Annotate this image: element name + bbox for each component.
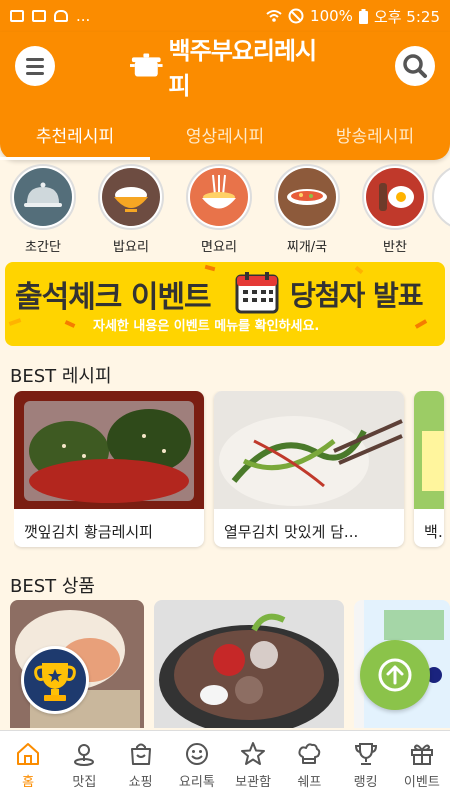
category-stew[interactable]: 찌개/국 [274,164,340,256]
nav-label: 맛집 [72,775,97,790]
status-bar: ... 100% 오후 5:25 [0,0,450,32]
category-rice[interactable]: 밥요리 [98,164,164,256]
menu-icon-bar [26,57,44,61]
banner-subtitle: 자세한 내용은 이벤트 메뉴를 확인하세요. [93,319,320,334]
nav-label: 요리톡 [178,775,215,790]
fried-egg-icon [366,168,424,226]
search-icon [403,54,427,78]
nav-event[interactable]: 이벤트 [394,731,450,800]
category-icon-wrap [362,164,428,230]
category-label: 면요리 [201,240,237,255]
bottom-nav: 홈 맛집 쇼핑 요리톡 보관함 쉐프 랭킹 이벤트 [0,730,450,800]
app-header: 백주부요리레시피 추천레시피 영상레시피 방송레시피 [0,32,450,160]
brand-logo: 백주부요리레시피 [130,37,330,100]
best-products-title: BEST 상품 [10,576,95,597]
trophy-icon [24,649,86,711]
recipe-card[interactable]: 깻잎김치 황금레시피 [14,391,204,547]
product-card[interactable] [154,600,344,728]
nav-restaurants[interactable]: 맛집 [56,731,112,800]
nav-label: 홈 [22,775,35,790]
recipe-title: 깻잎김치 황금레시피 [24,523,153,541]
category-label: 반찬 [383,240,407,255]
brand-title: 백주부요리레시피 [168,37,318,100]
star-icon [241,742,266,765]
nav-label: 랭킹 [353,775,378,790]
nav-chef[interactable]: 쉐프 [281,731,337,800]
recipe-tabs: 추천레시피 영상레시피 방송레시피 [0,108,450,160]
scroll-top-button[interactable] [360,640,430,710]
recipe-image [214,391,404,509]
nav-label: 보관함 [235,775,272,790]
category-icon-wrap [10,164,76,230]
search-button[interactable] [395,46,435,86]
category-label: 초간단 [25,240,61,255]
nav-label: 쇼핑 [128,775,153,790]
gift-icon [410,744,433,765]
product-image [154,600,344,728]
chef-hat-icon [298,743,321,764]
recipe-image [14,391,204,509]
location-pin-icon [74,744,95,766]
nav-talk[interactable]: 요리톡 [169,731,225,800]
pot-logo-icon [130,53,163,77]
rice-bowl-icon [102,168,160,226]
dnd-icon [288,8,304,24]
clock: 오후 5:25 [373,7,440,26]
wifi-icon [266,10,282,22]
category-icon-wrap [98,164,164,230]
nav-saved[interactable]: 보관함 [225,731,281,800]
tab-video[interactable]: 영상레시피 [150,108,300,160]
nav-home[interactable]: 홈 [0,731,56,800]
radio-icon [32,10,46,22]
category-easy[interactable]: 초간단 [10,164,76,256]
pot-icon [54,10,68,22]
category-strip: 초간단 밥요리 면요리 찌개/국 반찬 [0,164,450,256]
stew-pot-icon [278,168,336,226]
recipe-card[interactable]: 열무김치 맛있게 담... [214,391,404,547]
banner-title-left: 출석체크 이벤트 [15,280,212,315]
tab-broadcast[interactable]: 방송레시피 [300,108,450,160]
banner-title-right: 당첨자 발표 [290,279,424,312]
smile-icon [185,743,208,765]
category-label: 밥요리 [113,240,149,255]
nav-ranking[interactable]: 랭킹 [338,731,394,800]
recipe-card[interactable]: 백 [414,391,444,547]
menu-icon-bar [26,64,44,68]
nav-label: 이벤트 [403,775,440,790]
category-side-dish[interactable]: 반찬 [362,164,428,256]
battery-icon [358,8,368,24]
menu-button[interactable] [15,46,55,86]
tab-recommended[interactable]: 추천레시피 [0,108,150,160]
trophy-icon [354,743,377,765]
best-recipes-list: 깻잎김치 황금레시피 열무김치 맛있게 담... 백 [14,391,450,551]
home-icon [17,743,40,765]
image-icon [10,10,24,22]
shopping-bag-icon [130,743,151,765]
nav-label: 쉐프 [297,775,322,790]
calendar-icon [235,272,279,314]
cloche-icon [14,168,72,226]
ranking-badge[interactable] [21,646,89,714]
category-icon-wrap [274,164,340,230]
recipe-title: 열무김치 맛있게 담... [224,523,359,541]
more-dots: ... [76,7,91,25]
category-icon-wrap [432,164,450,230]
category-label: 찌개/국 [286,240,328,255]
category-noodle[interactable]: 면요리 [186,164,252,256]
category-icon-wrap [186,164,252,230]
nav-shopping[interactable]: 쇼핑 [113,731,169,800]
best-recipes-title: BEST 레시피 [10,366,112,387]
recipe-title: 백 [424,523,438,541]
event-banner[interactable]: 출석체크 이벤트 당첨자 발표 자세한 내용은 이벤트 메뉴를 확인하세요. [5,262,445,346]
arrow-up-icon [378,658,412,692]
noodle-bowl-icon [190,168,248,226]
menu-icon-bar [26,71,44,75]
battery-percent: 100% [310,7,353,25]
recipe-image [414,391,444,509]
